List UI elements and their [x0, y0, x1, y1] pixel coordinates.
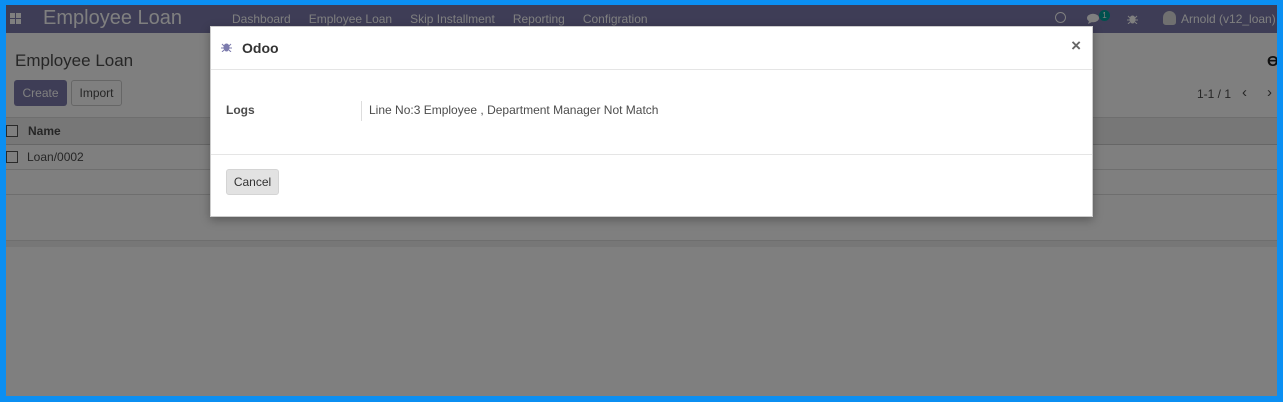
field-divider [361, 101, 362, 121]
bug-icon [221, 43, 232, 52]
cancel-button[interactable]: Cancel [226, 169, 279, 195]
logs-label: Logs [226, 103, 255, 117]
logs-value: Line No:3 Employee , Department Manager … [369, 103, 659, 117]
dialog-header: Odoo × [211, 27, 1092, 70]
close-icon[interactable]: × [1071, 36, 1081, 56]
error-dialog: Odoo × Logs Line No:3 Employee , Departm… [210, 26, 1093, 217]
app-frame: Employee Loan Dashboard Employee Loan Sk… [6, 5, 1277, 396]
dialog-title: Odoo [242, 40, 279, 56]
dialog-footer-divider [211, 154, 1092, 155]
